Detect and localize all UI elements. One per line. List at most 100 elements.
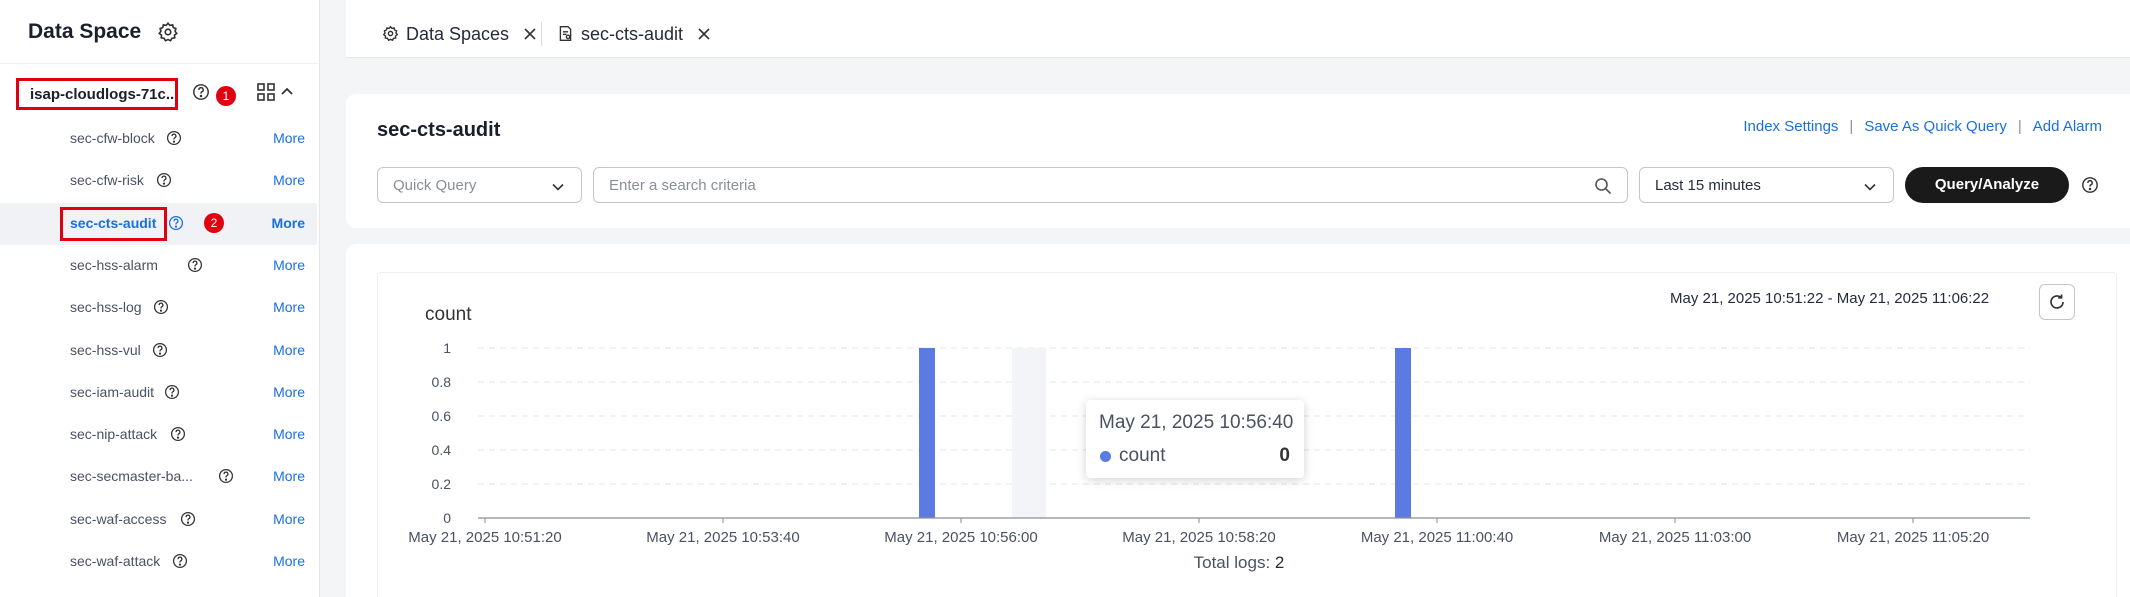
x-tick-label: May 21, 2025 11:00:40 <box>1361 529 1513 546</box>
link-separator: | <box>2017 118 2022 135</box>
y-tick-label: 0.8 <box>432 374 452 390</box>
more-link[interactable]: More <box>272 215 305 231</box>
close-icon[interactable] <box>697 27 711 41</box>
chart-tooltip: May 21, 2025 10:56:40 count 0 <box>1086 400 1304 478</box>
step-badge: 1 <box>216 86 236 106</box>
more-link[interactable]: More <box>273 130 305 146</box>
sidebar-item[interactable]: sec-hss-alarm More <box>0 245 317 287</box>
more-link[interactable]: More <box>273 426 305 442</box>
more-link[interactable]: More <box>273 342 305 358</box>
log-group-name[interactable]: isap-cloudlogs-71c... <box>16 78 178 110</box>
more-link[interactable]: More <box>273 511 305 527</box>
sidebar-item-label: sec-iam-audit <box>70 383 155 400</box>
y-tick-label: 1 <box>443 340 451 356</box>
time-range-value: Last 15 minutes <box>1655 177 1761 194</box>
help-icon[interactable] <box>187 257 203 273</box>
help-icon[interactable] <box>153 299 169 315</box>
page-title: sec-cts-audit <box>377 119 501 141</box>
sidebar-header: Data Space <box>0 0 319 64</box>
sidebar-item[interactable]: sec-waf-access More <box>0 499 317 541</box>
tooltip-series-name: count <box>1119 445 1166 466</box>
sidebar-item-label: sec-cts-audit <box>70 214 157 231</box>
help-icon[interactable] <box>170 426 186 442</box>
sidebar-item-label: sec-nip-attack <box>70 426 158 443</box>
tab-bar: Data Spaces sec-cts-audit <box>346 0 2130 58</box>
x-tick-label: May 21, 2025 10:56:00 <box>884 529 1037 546</box>
hover-band <box>1012 348 1046 518</box>
time-range-select[interactable]: Last 15 minutes <box>1639 167 1894 203</box>
y-tick-label: 0.6 <box>432 408 452 424</box>
sidebar-item-label: sec-hss-log <box>70 299 142 316</box>
chevron-up-icon[interactable] <box>279 84 295 100</box>
sidebar-item-label: sec-cfw-block <box>70 130 155 146</box>
tab-divider <box>541 22 542 46</box>
bar <box>919 348 935 518</box>
sidebar-item-label: sec-secmaster-ba... <box>70 468 193 485</box>
sidebar-item[interactable]: sec-secmaster-ba... More <box>0 456 317 498</box>
sidebar-item-label: sec-waf-access <box>70 510 167 527</box>
x-tick-label: May 21, 2025 10:58:20 <box>1122 529 1275 546</box>
sidebar-item[interactable]: sec-iam-audit More <box>0 372 317 414</box>
log-group-row[interactable]: isap-cloudlogs-71c... 1 <box>0 72 320 114</box>
bar <box>1395 348 1411 518</box>
more-link[interactable]: More <box>273 553 305 569</box>
more-link[interactable]: More <box>273 299 305 315</box>
x-tick-label: May 21, 2025 11:03:00 <box>1599 529 1751 546</box>
help-icon[interactable] <box>192 83 210 101</box>
sidebar-item[interactable]: sec-waf-attack More <box>0 541 317 583</box>
y-axis-label: count <box>425 304 472 325</box>
x-tick-label: May 21, 2025 10:53:40 <box>646 529 799 546</box>
save-quick-query-link[interactable]: Save As Quick Query <box>1864 118 2007 135</box>
add-alarm-link[interactable]: Add Alarm <box>2033 118 2102 135</box>
chart-panel: May 21, 2025 10:51:22 - May 21, 2025 11:… <box>346 244 2130 597</box>
tab-label: Data Spaces <box>406 23 510 44</box>
grid-view-icon[interactable] <box>256 82 276 102</box>
total-logs: Total logs: 2 <box>1194 553 1285 572</box>
tab-data-spaces[interactable]: Data Spaces <box>382 20 537 48</box>
help-icon[interactable] <box>156 172 172 188</box>
sidebar-item[interactable]: sec-hss-vul More <box>0 330 317 372</box>
help-icon[interactable] <box>172 553 188 569</box>
tab-label: sec-cts-audit <box>581 23 684 44</box>
help-icon[interactable] <box>152 342 168 358</box>
help-icon[interactable] <box>180 511 196 527</box>
tooltip-time: May 21, 2025 10:56:40 <box>1099 412 1294 433</box>
help-icon[interactable] <box>168 215 184 231</box>
chevron-down-icon <box>1863 180 1877 194</box>
sidebar-item[interactable]: sec-hss-log More <box>0 287 317 329</box>
total-logs-value: 2 <box>1275 553 1284 572</box>
more-link[interactable]: More <box>273 172 305 188</box>
link-separator: | <box>1849 118 1854 135</box>
series-dot <box>1100 451 1111 462</box>
quick-query-placeholder: Quick Query <box>393 177 477 194</box>
sidebar-item-label: sec-hss-alarm <box>70 256 158 273</box>
gear-icon[interactable] <box>157 21 179 43</box>
sidebar-item[interactable]: sec-cfw-risk More <box>0 160 317 202</box>
help-icon[interactable] <box>166 130 182 146</box>
search-panel: sec-cts-audit Index Settings | Save As Q… <box>346 94 2130 228</box>
sidebar-item[interactable]: sec-cfw-block More <box>0 118 317 160</box>
step-badge: 2 <box>204 212 224 233</box>
sidebar-item[interactable]: sec-cts-audit 2 More <box>0 202 317 245</box>
quick-query-select[interactable]: Quick Query <box>377 167 582 203</box>
search-box[interactable] <box>593 167 1628 203</box>
search-input[interactable] <box>594 168 1554 202</box>
sidebar-item[interactable]: sec-nip-attack More <box>0 414 317 456</box>
sidebar-item-label: sec-hss-vul <box>70 341 141 358</box>
help-icon[interactable] <box>218 468 234 484</box>
y-tick-label: 0.4 <box>432 442 452 458</box>
sidebar: Data Space isap-cloudlogs-71c... 1 sec-c… <box>0 0 320 597</box>
search-icon[interactable] <box>1594 177 1612 195</box>
more-link[interactable]: More <box>273 468 305 484</box>
chevron-down-icon <box>551 180 565 194</box>
x-tick-label: May 21, 2025 10:51:20 <box>408 529 561 546</box>
help-icon[interactable] <box>164 384 180 400</box>
more-link[interactable]: More <box>273 384 305 400</box>
help-icon[interactable] <box>2081 176 2099 194</box>
tab-sec-cts-audit[interactable]: sec-cts-audit <box>557 20 711 48</box>
close-icon[interactable] <box>523 27 537 41</box>
more-link[interactable]: More <box>273 257 305 273</box>
index-settings-link[interactable]: Index Settings <box>1743 118 1838 135</box>
sidebar-item-label: sec-cfw-risk <box>70 172 144 189</box>
query-analyze-button[interactable]: Query/Analyze <box>1905 167 2069 203</box>
